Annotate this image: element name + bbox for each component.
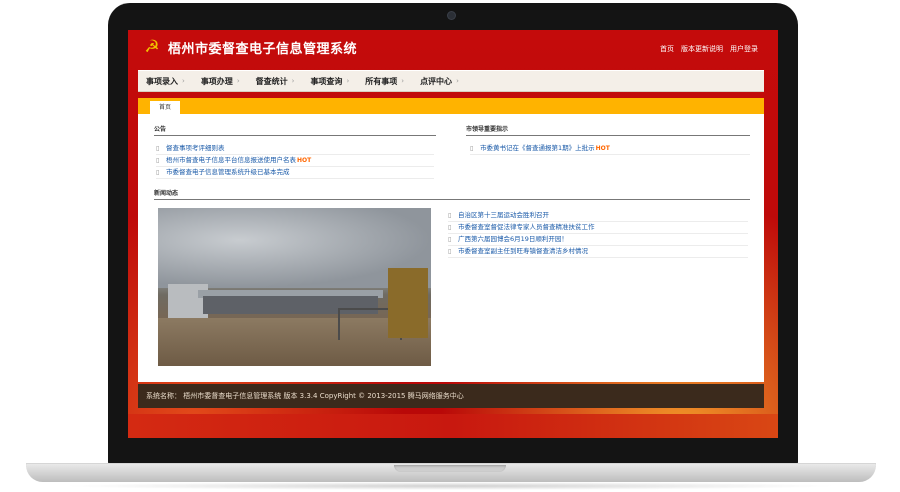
list-item[interactable]: ▯ 自治区第十三届运动会胜利召开	[448, 210, 748, 222]
list-item-text: 市委督查室督促法律专家人员督查精准扶贫工作	[458, 223, 595, 231]
document-icon: ▯	[448, 248, 452, 255]
nav-label: 事项办理	[200, 76, 233, 86]
list-item-text: 市委督查室副主任到旺寿镇督查清洁乡村情况	[458, 247, 588, 255]
chevron-right-icon: ›	[182, 77, 185, 85]
photo-machine	[388, 268, 428, 338]
notices-title: 公告	[154, 126, 167, 133]
divider	[154, 199, 750, 200]
list-item[interactable]: ▯ 市委黄书记在《督查通报第1期》上批示 HOT	[470, 143, 750, 155]
laptop-notch	[394, 465, 506, 472]
list-item[interactable]: ▯ 督查事项考评细则表	[156, 143, 434, 155]
document-icon: ▯	[156, 169, 160, 176]
list-item[interactable]: ▯ 梧州市督查电子信息平台信息报送使用户名表 HOT	[156, 155, 434, 167]
nav-label: 事项录入	[146, 76, 178, 86]
nav-item-entry[interactable]: 事项录入 ›	[146, 76, 185, 87]
screen: ☭ 梧州市委督查电子信息管理系统 首页 版本更新说明 用户登录 事项录入 › 事项…	[128, 30, 778, 438]
nav-label: 督查统计	[255, 76, 288, 86]
nav-item-handle[interactable]: 事项办理 ›	[201, 76, 240, 87]
site-title: 梧州市委督查电子信息管理系统	[168, 42, 358, 57]
nav-item-all[interactable]: 所有事项 ›	[365, 76, 404, 87]
document-icon: ▯	[448, 224, 452, 231]
document-icon: ▯	[448, 212, 452, 219]
list-item[interactable]: ▯ 市委督查电子信息管理系统升级已基本完成	[156, 167, 434, 179]
hot-badge: HOT	[297, 157, 312, 164]
news-photo[interactable]	[158, 208, 431, 366]
site-footer: 系统名称： 梧州市委督查电子信息管理系统 版本 3.3.4 CopyRight …	[138, 384, 764, 408]
link-home[interactable]: 首页	[660, 44, 674, 54]
list-item-text: 市委督查电子信息管理系统升级已基本完成	[166, 168, 290, 176]
main-nav: 事项录入 › 事项办理 › 督查统计 › 事项查询 › 所有事项 › 点评中心 ›	[138, 70, 764, 91]
tab-bar: 首页	[138, 98, 764, 114]
bottom-decoration	[128, 414, 778, 438]
party-emblem-icon: ☭	[144, 37, 160, 57]
nav-label: 点评中心	[420, 76, 453, 86]
nav-label: 事项查询	[310, 76, 343, 86]
nav-item-review[interactable]: 点评中心 ›	[420, 76, 459, 87]
chevron-right-icon: ›	[236, 77, 240, 85]
document-icon: ▯	[156, 145, 160, 152]
top-links: 首页 版本更新说明 用户登录	[660, 44, 758, 54]
list-item[interactable]: ▯ 市委督查室副主任到旺寿镇督查清洁乡村情况	[448, 246, 748, 258]
news-title: 新闻动态	[154, 190, 179, 197]
chevron-right-icon: ›	[456, 77, 459, 85]
divider	[154, 135, 436, 136]
hot-badge: HOT	[595, 145, 610, 152]
chevron-right-icon: ›	[401, 77, 405, 85]
divider	[466, 135, 750, 136]
list-item[interactable]: ▯ 广西第六届园博会6月19日顺利开园！	[448, 234, 748, 246]
list-item-text: 梧州市督查电子信息平台信息报送使用户名表	[166, 156, 296, 164]
nav-item-stats[interactable]: 督查统计 ›	[256, 76, 295, 87]
leader-instructions-list: ▯ 市委黄书记在《督查通报第1期》上批示 HOT	[470, 143, 750, 155]
leader-instructions-title: 市领导重要指示	[466, 126, 509, 133]
link-version-notes[interactable]: 版本更新说明	[681, 44, 723, 54]
notices-list: ▯ 督查事项考评细则表 ▯ 梧州市督查电子信息平台信息报送使用户名表 HOT ▯ 市委督…	[156, 143, 434, 179]
webcam	[448, 12, 455, 19]
nav-label: 所有事项	[365, 76, 398, 86]
main-content: 公告 ▯ 督查事项考评细则表 ▯ 梧州市督查电子信息平台信息报送使用户名表 HOT ▯…	[138, 114, 764, 382]
nav-item-query[interactable]: 事项查询 ›	[310, 76, 349, 87]
list-item[interactable]: ▯ 市委督查室督促法律专家人员督查精准扶贫工作	[448, 222, 748, 234]
document-icon: ▯	[156, 157, 160, 164]
document-icon: ▯	[448, 236, 452, 243]
chevron-right-icon: ›	[346, 77, 350, 85]
tab-home[interactable]: 首页	[150, 101, 180, 114]
laptop-shadow	[60, 482, 840, 490]
link-user-login[interactable]: 用户登录	[730, 44, 758, 54]
chevron-right-icon: ›	[291, 77, 295, 85]
list-item-text: 督查事项考评细则表	[166, 144, 225, 152]
document-icon: ▯	[470, 145, 474, 152]
news-list: ▯ 自治区第十三届运动会胜利召开 ▯ 市委督查室督促法律专家人员督查精准扶贫工作 ▯…	[448, 210, 748, 258]
list-item-text: 自治区第十三届运动会胜利召开	[458, 211, 549, 219]
list-item-text: 市委黄书记在《督查通报第1期》上批示	[480, 144, 595, 152]
list-item-text: 广西第六届园博会6月19日顺利开园！	[458, 235, 568, 243]
site-header: ☭ 梧州市委督查电子信息管理系统 首页 版本更新说明 用户登录	[128, 30, 778, 66]
